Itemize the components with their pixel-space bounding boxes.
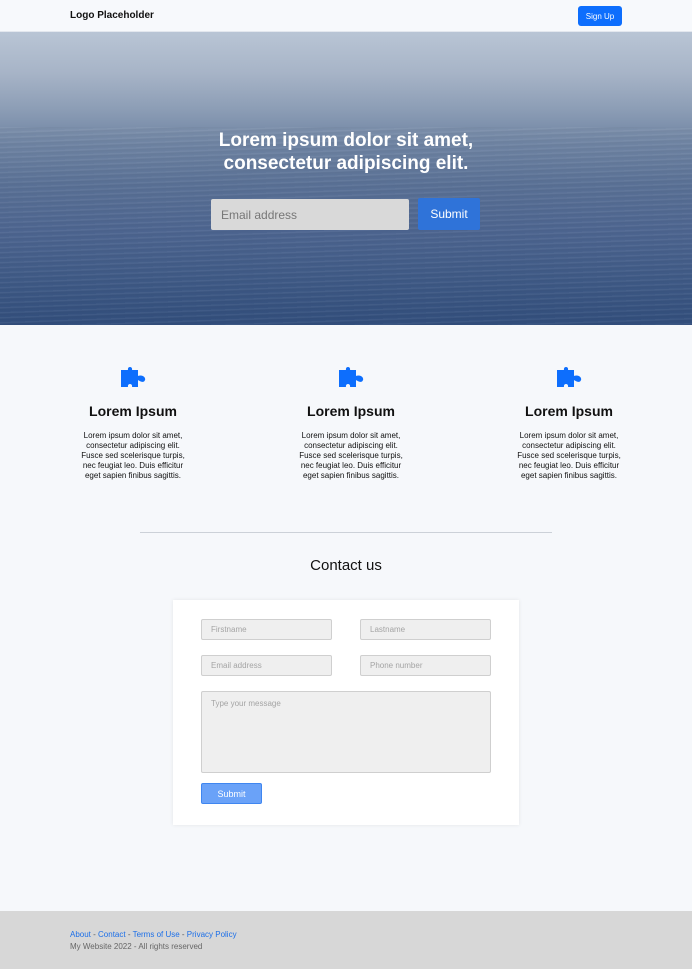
footer-separator: - — [90, 930, 99, 939]
logo[interactable]: Logo Placeholder — [70, 10, 154, 21]
hero-title: Lorem ipsum dolor sit amet, consectetur … — [146, 129, 546, 175]
top-navigation: Logo Placeholder Sign Up — [0, 0, 692, 32]
footer-about-link[interactable]: About — [70, 930, 91, 939]
puzzle-icon — [339, 367, 364, 387]
feature-title: Lorem Ipsum — [89, 403, 177, 419]
feature-card: Lorem Ipsum Lorem ipsum dolor sit amet, … — [509, 365, 629, 481]
contact-submit-button[interactable]: Submit — [201, 783, 262, 804]
hero-banner: Lorem ipsum dolor sit amet, consectetur … — [0, 32, 692, 325]
contact-form: Submit — [173, 600, 519, 825]
hero-title-line-1: Lorem ipsum dolor sit amet, — [218, 130, 474, 151]
puzzle-icon — [557, 367, 582, 387]
hero-submit-button[interactable]: Submit — [418, 198, 480, 230]
lastname-input[interactable] — [360, 619, 491, 640]
sign-up-button[interactable]: Sign Up — [578, 6, 622, 26]
feature-description: Lorem ipsum dolor sit amet, consectetur … — [299, 431, 403, 480]
message-textarea[interactable] — [201, 691, 491, 773]
feature-description: Lorem ipsum dolor sit amet, consectetur … — [517, 431, 621, 480]
copyright-text: My Website 2022 - All rights reserved — [70, 942, 203, 951]
feature-card: Lorem Ipsum Lorem ipsum dolor sit amet, … — [73, 365, 193, 481]
footer-contact-link[interactable]: Contact — [98, 930, 126, 939]
contact-title: Contact us — [310, 557, 382, 574]
phone-input[interactable] — [360, 655, 491, 676]
footer-separator: - — [179, 930, 187, 939]
feature-card: Lorem Ipsum Lorem ipsum dolor sit amet, … — [291, 365, 411, 481]
feature-title: Lorem Ipsum — [525, 403, 613, 419]
email-input[interactable] — [201, 655, 332, 676]
hero-email-input[interactable] — [211, 199, 409, 230]
footer-privacy-link[interactable]: Privacy Policy — [187, 930, 237, 939]
section-divider — [140, 532, 552, 533]
hero-title-line-2: consectetur adipiscing elit. — [223, 153, 469, 174]
puzzle-icon — [121, 367, 146, 387]
feature-description: Lorem ipsum dolor sit amet, consectetur … — [81, 431, 185, 480]
footer: About - Contact - Terms of Use - Privacy… — [0, 911, 692, 969]
footer-links: About - Contact - Terms of Use - Privacy… — [70, 930, 237, 939]
firstname-input[interactable] — [201, 619, 332, 640]
footer-separator: - — [125, 930, 133, 939]
feature-title: Lorem Ipsum — [307, 403, 395, 419]
footer-terms-link[interactable]: Terms of Use — [133, 930, 180, 939]
